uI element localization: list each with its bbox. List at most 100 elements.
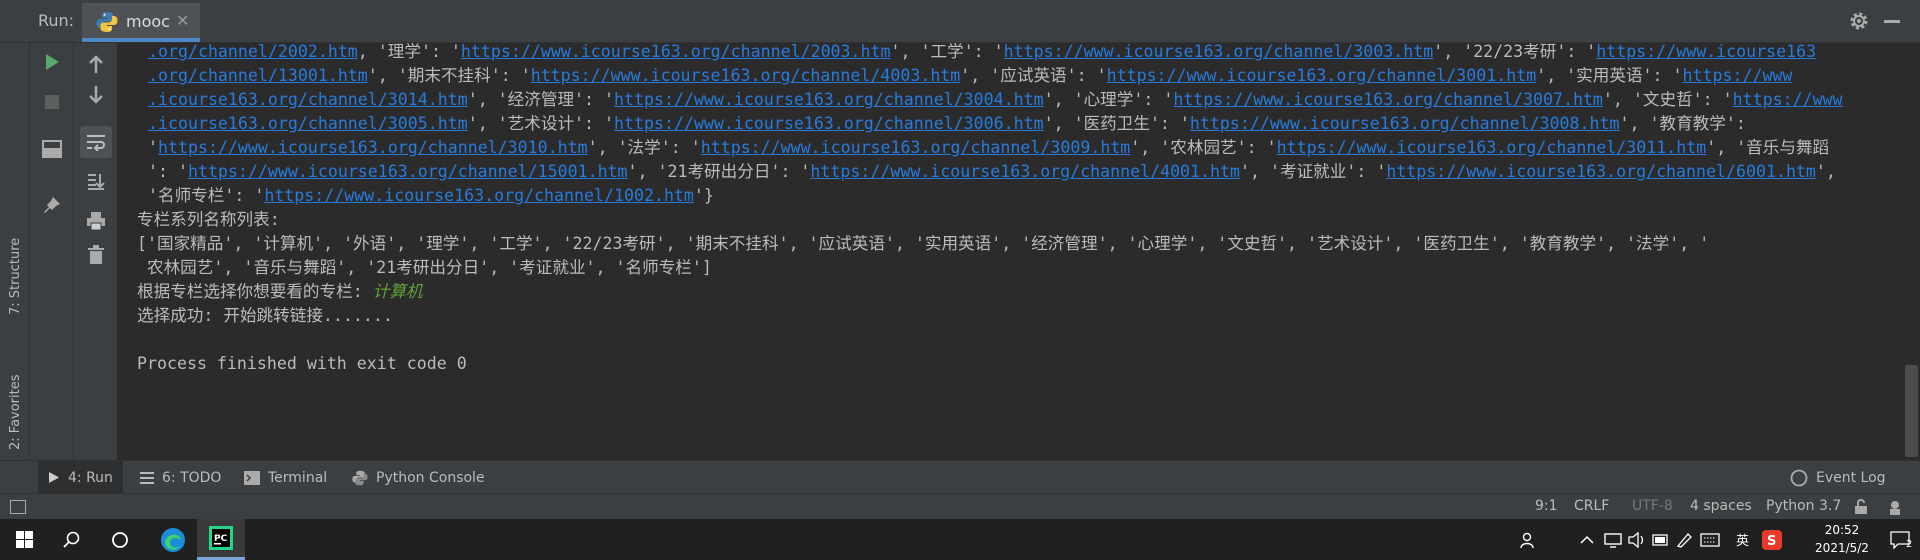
console-link[interactable]: https://www.icourse163.org/channel/1002.… <box>264 186 694 205</box>
console-link[interactable]: https://www <box>1683 66 1793 85</box>
file-encoding[interactable]: UTF-8 <box>1632 498 1673 514</box>
console-text: ', '考证就业': ' <box>1240 162 1387 181</box>
panel-toggle-icon[interactable] <box>10 500 26 514</box>
lock-icon[interactable] <box>1853 499 1869 515</box>
stop-icon[interactable] <box>36 86 68 118</box>
clock-time: 20:52 <box>1824 523 1860 537</box>
python-interpreter[interactable]: Python 3.7 <box>1766 498 1841 514</box>
clock-date: 2021/5/2 <box>1815 541 1869 555</box>
tray-chevron-up-icon[interactable] <box>1580 519 1594 560</box>
terminal-icon <box>244 470 260 485</box>
down-icon[interactable] <box>80 78 112 110</box>
console-link[interactable]: https://www.icourse163.org/channel/2003.… <box>461 42 891 61</box>
console-text: 选择成功: 开始跳转链接....... <box>137 306 393 325</box>
print-icon[interactable] <box>80 205 112 237</box>
notification-center-icon[interactable]: 2 <box>1880 519 1920 560</box>
status-bar: 9:1 CRLF UTF-8 4 spaces Python 3.7 <box>0 493 1920 519</box>
cortana-icon[interactable] <box>96 519 144 560</box>
console-text: ', '工学': ' <box>890 42 1004 61</box>
run-small-icon <box>48 471 60 484</box>
search-icon[interactable] <box>48 519 96 560</box>
battery-icon[interactable] <box>1652 519 1670 560</box>
run-label: Run: <box>38 11 75 30</box>
indent-setting[interactable]: 4 spaces <box>1690 498 1752 514</box>
tab-run[interactable]: 4: Run <box>38 461 123 494</box>
console-text: '名师专栏': ' <box>148 186 265 205</box>
layout-icon[interactable] <box>36 133 68 165</box>
console-link[interactable]: https://www.icourse163.org/channel/3007.… <box>1173 90 1603 109</box>
caret-position[interactable]: 9:1 <box>1535 498 1558 514</box>
console-scroll-thumb[interactable] <box>1905 365 1918 457</box>
line-separator[interactable]: CRLF <box>1574 498 1609 514</box>
console-link[interactable]: https://www.icourse163.org/channel/15001… <box>188 162 628 181</box>
edge-icon[interactable] <box>149 519 197 560</box>
console-link[interactable]: https://www.icourse163.org/channel/3006.… <box>614 114 1044 133</box>
console-link[interactable]: https://www.icourse163.org/channel/3011.… <box>1277 138 1707 157</box>
tab-terminal[interactable]: Terminal <box>244 461 327 494</box>
console-text: ', <box>1815 162 1836 181</box>
console-text: ': ' <box>148 162 188 181</box>
console-line: 选择成功: 开始跳转链接....... <box>137 301 393 330</box>
soft-wrap-icon[interactable] <box>80 126 112 158</box>
tab-terminal-label: Terminal <box>268 469 328 486</box>
left-tool-strip: 7: Structure 2: Favorites <box>0 43 30 460</box>
tab-todo[interactable]: 6: TODO <box>140 461 221 494</box>
tab-python-console[interactable]: Python Console <box>352 461 485 494</box>
windows-taskbar: PC 英 S 20:52 2021/5/2 2 <box>0 519 1920 560</box>
notification-count: 2 <box>1906 539 1913 550</box>
tab-event-log-label: Event Log <box>1816 469 1886 486</box>
python-console-icon <box>352 470 368 486</box>
console-text: ['国家精品', '计算机', '外语', '理学', '工学', '22/23… <box>137 234 1710 253</box>
ime-indicator[interactable]: 英 <box>1736 519 1749 560</box>
rerun-up-icon[interactable] <box>80 49 112 81</box>
close-icon[interactable]: ✕ <box>176 11 189 30</box>
minimize-icon[interactable] <box>1884 20 1900 23</box>
gear-icon[interactable] <box>1848 10 1870 32</box>
console-text: ', '农林园艺': ' <box>1130 138 1277 157</box>
console-text: ', '应试英语': ' <box>960 66 1107 85</box>
console-link[interactable]: https://www.icourse163 <box>1596 42 1816 61</box>
trash-icon[interactable] <box>80 239 112 271</box>
network-icon[interactable] <box>1604 519 1622 560</box>
favorites-tab[interactable]: 2: Favorites <box>8 374 23 450</box>
console-link[interactable]: https://www <box>1733 90 1843 109</box>
console-output[interactable]: .org/channel/2002.htm, '理学': 'https://ww… <box>119 42 1901 460</box>
inspector-icon[interactable] <box>1886 498 1904 516</box>
pycharm-icon[interactable]: PC <box>197 519 245 560</box>
svg-text:PC: PC <box>214 534 228 544</box>
console-link[interactable]: https://www.icourse163.org/channel/6001.… <box>1386 162 1816 181</box>
run-tab-label: mooc <box>126 12 170 31</box>
console-link[interactable]: .org/channel/13001.htm <box>148 66 368 85</box>
console-link[interactable]: .icourse163.org/channel/3005.htm <box>148 114 468 133</box>
console-text: ', '教育教学': <box>1619 114 1746 133</box>
console-link[interactable]: https://www.icourse163.org/channel/3010.… <box>158 138 588 157</box>
console-text: ', '实用英语': ' <box>1536 66 1683 85</box>
system-clock[interactable]: 20:52 2021/5/2 <box>1804 521 1880 557</box>
console-link[interactable]: .org/channel/2002.htm <box>148 42 358 61</box>
console-link[interactable]: .icourse163.org/channel/3014.htm <box>148 90 468 109</box>
console-link[interactable]: https://www.icourse163.org/channel/3003.… <box>1004 42 1434 61</box>
sogou-ime-icon[interactable]: S <box>1762 519 1782 560</box>
svg-text:S: S <box>1767 534 1776 549</box>
console-link[interactable]: https://www.icourse163.org/channel/3009.… <box>701 138 1131 157</box>
scroll-end-icon[interactable] <box>80 165 112 197</box>
structure-tab[interactable]: 7: Structure <box>8 238 23 315</box>
keyboard-icon[interactable] <box>1700 519 1720 560</box>
windows-start-icon[interactable] <box>0 519 48 560</box>
console-link[interactable]: https://www.icourse163.org/channel/3008.… <box>1190 114 1620 133</box>
console-text: ' <box>148 138 158 157</box>
run-icon[interactable] <box>36 46 68 78</box>
console-link[interactable]: https://www.icourse163.org/channel/3004.… <box>614 90 1044 109</box>
console-link[interactable]: https://www.icourse163.org/channel/4001.… <box>810 162 1240 181</box>
console-text: ', '经济管理': ' <box>467 90 615 109</box>
people-icon[interactable] <box>1520 519 1538 560</box>
pin-icon[interactable] <box>36 190 68 222</box>
console-link[interactable]: https://www.icourse163.org/channel/4003.… <box>531 66 961 85</box>
pen-icon[interactable] <box>1676 519 1694 560</box>
console-text: ', '艺术设计': ' <box>467 114 615 133</box>
tab-event-log[interactable]: Event Log <box>1790 461 1886 494</box>
console-link[interactable]: https://www.icourse163.org/channel/3001.… <box>1107 66 1537 85</box>
volume-icon[interactable] <box>1628 519 1646 560</box>
tab-todo-label: 6: TODO <box>162 469 222 486</box>
console-text: ', '法学': ' <box>587 138 701 157</box>
